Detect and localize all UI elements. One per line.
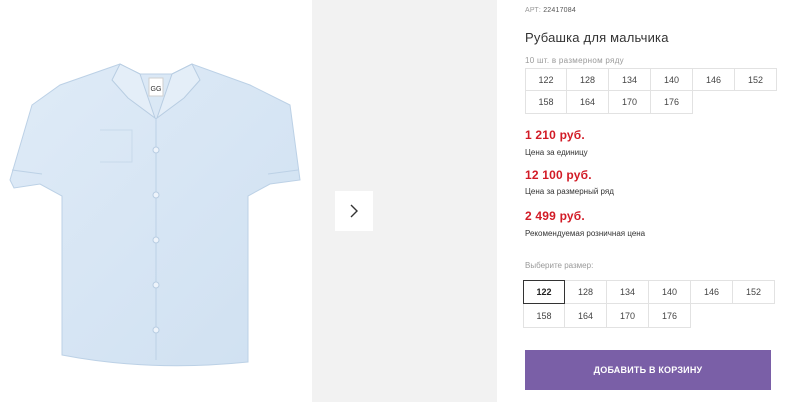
size-option[interactable]: 158 [523, 304, 565, 328]
shirt-image: GG [9, 63, 301, 367]
pack-size-cell: 146 [693, 68, 735, 91]
chevron-right-icon [350, 204, 358, 218]
pack-size-cell: 134 [609, 68, 651, 91]
pack-size-cell: 128 [567, 68, 609, 91]
product-title: Рубашка для мальчика [525, 30, 669, 45]
pack-label: 10 шт. в размерном ряду [525, 56, 624, 65]
gallery-next-button[interactable] [335, 191, 373, 231]
size-option[interactable]: 152 [733, 280, 775, 304]
size-option[interactable]: 134 [607, 280, 649, 304]
row-price: 12 100 руб. [525, 168, 592, 182]
size-selector: 122 128 134 140 146 152 158 164 170 176 [523, 280, 775, 328]
product-main-image[interactable]: GG [0, 0, 312, 402]
size-option[interactable]: 128 [565, 280, 607, 304]
pack-size-cell: 158 [525, 91, 567, 114]
brand-tag-text: GG [151, 86, 162, 93]
article-label: АРТ: [525, 7, 542, 14]
size-option[interactable]: 176 [649, 304, 691, 328]
article-number: АРТ: 22417084 [525, 7, 576, 14]
size-option[interactable]: 170 [607, 304, 649, 328]
row-price-caption: Цена за размерный ряд [525, 187, 614, 196]
article-value: 22417084 [543, 7, 576, 14]
add-to-cart-button[interactable]: ДОБАВИТЬ В КОРЗИНУ [525, 350, 771, 390]
pack-size-cell: 170 [609, 91, 651, 114]
pack-size-cell: 140 [651, 68, 693, 91]
pack-size-cell: 152 [735, 68, 777, 91]
size-option[interactable]: 140 [649, 280, 691, 304]
unit-price-caption: Цена за единицу [525, 148, 588, 157]
pack-size-cell: 176 [651, 91, 693, 114]
unit-price: 1 210 руб. [525, 128, 585, 142]
size-option-selected[interactable]: 122 [523, 280, 565, 304]
size-option[interactable]: 164 [565, 304, 607, 328]
pack-size-grid: 122 128 134 140 146 152 158 164 170 176 [525, 68, 777, 114]
retail-price: 2 499 руб. [525, 209, 585, 223]
pack-size-cell: 122 [525, 68, 567, 91]
retail-price-caption: Рекомендуемая розничная цена [525, 229, 646, 238]
size-select-label: Выберите размер: [525, 261, 594, 270]
pack-size-cell: 164 [567, 91, 609, 114]
size-option[interactable]: 146 [691, 280, 733, 304]
